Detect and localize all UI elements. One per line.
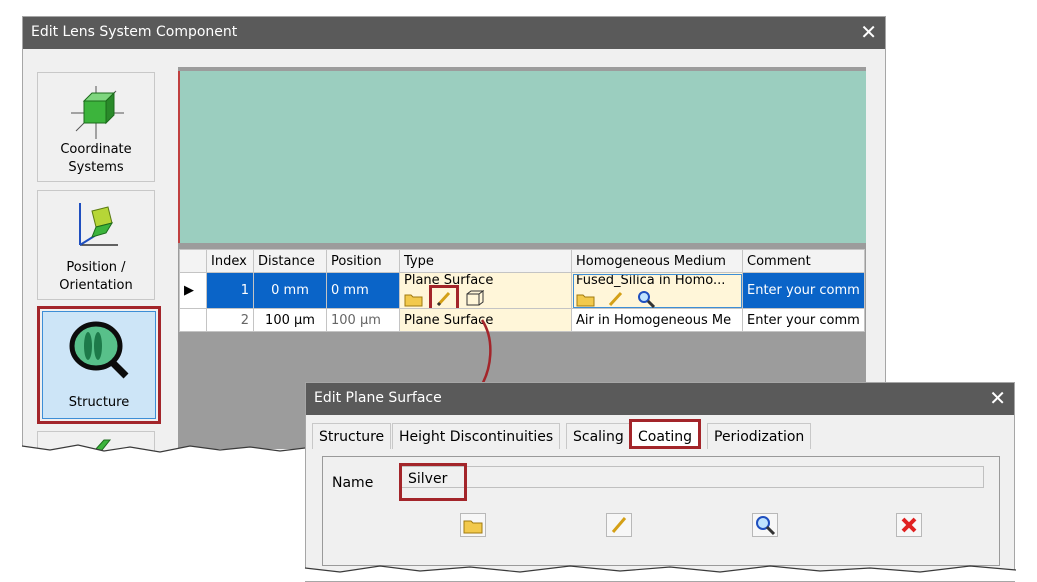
medium-cell[interactable]: Air in Homogeneous Me xyxy=(571,308,743,332)
row-indicator xyxy=(179,308,207,332)
comment-cell[interactable]: Enter your comm xyxy=(742,308,865,332)
search-icon xyxy=(756,516,776,536)
search-icon[interactable] xyxy=(636,290,656,308)
sidebar-label: Structure xyxy=(68,395,130,410)
table-row[interactable]: ▶ 1 0 mm 0 mm Plane Surface Fused_Silica… xyxy=(179,272,865,309)
sidebar-label: Orientation xyxy=(59,278,133,293)
column-header[interactable]: Index xyxy=(206,249,254,273)
dialog-title-bar: Edit Plane Surface ✕ xyxy=(306,383,1014,415)
column-header[interactable]: Homogeneous Medium xyxy=(571,249,743,273)
name-input[interactable] xyxy=(400,466,984,488)
index-cell[interactable]: 1 xyxy=(206,272,254,309)
distance-cell[interactable]: 0 mm xyxy=(253,272,327,309)
column-header[interactable]: Distance xyxy=(253,249,327,273)
dialog-title: Edit Plane Surface xyxy=(314,390,442,406)
position-cell[interactable]: 0 mm xyxy=(326,272,400,309)
tab-scaling[interactable]: Scaling xyxy=(566,423,631,449)
table-row[interactable]: 2 100 µm 100 µm Plane Surface Air in Hom… xyxy=(179,308,865,332)
structure-icon xyxy=(69,321,129,379)
close-icon[interactable]: ✕ xyxy=(860,20,877,44)
sidebar-label: Systems xyxy=(68,160,124,175)
load-coating-button[interactable] xyxy=(460,513,486,537)
type-cell[interactable]: Plane Surface xyxy=(399,272,572,309)
sidebar-item-coordinate-systems[interactable]: Coordinate Systems xyxy=(37,72,155,182)
open-folder-icon[interactable] xyxy=(404,290,424,308)
edit-plane-surface-dialog: Edit Plane Surface ✕ Structure Height Di… xyxy=(305,382,1015,582)
open-folder-icon xyxy=(463,520,483,534)
column-header[interactable]: Comment xyxy=(742,249,865,273)
tab-height-discontinuities[interactable]: Height Discontinuities xyxy=(392,423,561,449)
sidebar-label: Position / xyxy=(66,260,126,275)
remove-coating-button[interactable] xyxy=(896,513,922,537)
search-coating-button[interactable] xyxy=(752,513,778,537)
coordinate-systems-icon xyxy=(71,86,124,139)
index-cell[interactable]: 2 xyxy=(206,308,254,332)
row-header-corner xyxy=(179,249,207,273)
medium-cell[interactable]: Fused_Silica in Homo... xyxy=(571,272,743,309)
surface-table: Index Distance Position Type Homogeneous… xyxy=(179,249,865,332)
tab-structure[interactable]: Structure xyxy=(312,423,392,449)
column-header[interactable]: Type xyxy=(399,249,572,273)
tab-periodization[interactable]: Periodization xyxy=(707,423,812,449)
edit-pencil-icon[interactable] xyxy=(606,290,626,308)
position-orientation-icon xyxy=(79,203,118,246)
window-title: Edit Lens System Component xyxy=(31,24,238,40)
3d-view-icon[interactable] xyxy=(464,290,485,308)
open-folder-icon[interactable] xyxy=(576,290,596,308)
edit-pencil-icon xyxy=(611,517,627,533)
preview-area xyxy=(178,71,866,243)
name-label: Name xyxy=(332,475,374,491)
close-icon[interactable]: ✕ xyxy=(989,386,1006,410)
medium-value: Fused_Silica in Homo... xyxy=(576,273,726,289)
name-value: Silver xyxy=(399,463,467,501)
column-header[interactable]: Position xyxy=(326,249,400,273)
edit-pencil-icon[interactable] xyxy=(429,285,459,308)
sidebar-label: Coordinate xyxy=(60,142,132,157)
sidebar-item-position-orientation[interactable]: Position / Orientation xyxy=(37,190,155,300)
type-value: Plane Surface xyxy=(404,273,494,289)
partial-component-icon xyxy=(89,439,112,455)
edit-coating-button[interactable] xyxy=(606,513,632,537)
sidebar-item-next[interactable] xyxy=(37,431,155,455)
distance-cell[interactable]: 100 µm xyxy=(253,308,327,332)
delete-x-icon xyxy=(901,517,917,533)
tab-coating[interactable]: Coating xyxy=(629,419,702,449)
sidebar-item-structure[interactable]: Structure xyxy=(42,311,156,419)
row-indicator: ▶ xyxy=(179,272,207,309)
title-bar: Edit Lens System Component ✕ xyxy=(23,17,885,49)
position-cell[interactable]: 100 µm xyxy=(326,308,400,332)
comment-cell[interactable]: Enter your comm xyxy=(742,272,865,309)
